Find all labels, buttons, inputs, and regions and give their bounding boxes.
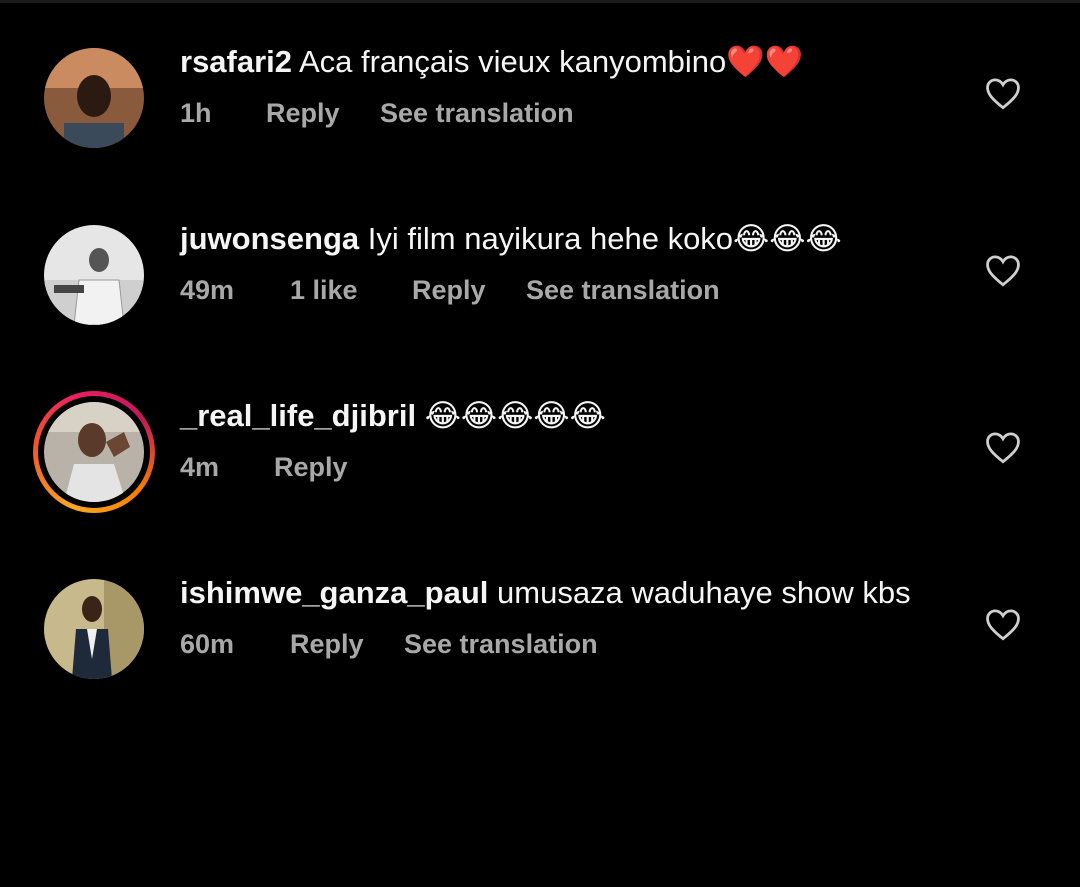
- comment-timestamp: 1h: [180, 98, 212, 128]
- heart-outline-icon[interactable]: [984, 253, 1022, 287]
- avatar[interactable]: [44, 48, 144, 148]
- comment-timestamp: 49m: [180, 275, 235, 305]
- comment-text: Aca français vieux kanyombino: [298, 44, 727, 79]
- comment-username[interactable]: _real_life_djibril: [180, 398, 416, 433]
- comment-emojis: ❤️❤️: [726, 44, 804, 80]
- heart-outline-icon[interactable]: [984, 607, 1022, 641]
- comment-item: _real_life_djibril 😂😂😂😂😂 4m Reply: [0, 391, 1080, 534]
- comment-item: rsafari2 Aca français vieux kanyombino❤️…: [0, 40, 1080, 180]
- comment-item: juwonsenga Iyi film nayikura hehe koko😂😂…: [0, 217, 1080, 357]
- heart-outline-icon[interactable]: [984, 430, 1022, 464]
- top-divider: [0, 0, 1080, 3]
- avatar[interactable]: [44, 225, 144, 325]
- like-count[interactable]: 1 like: [290, 274, 358, 306]
- comment-username[interactable]: juwonsenga: [180, 221, 359, 256]
- comment-text: Iyi film nayikura hehe koko: [367, 221, 734, 256]
- reply-button[interactable]: Reply: [290, 628, 364, 660]
- reply-button[interactable]: Reply: [412, 274, 486, 306]
- comment-item: ishimwe_ganza_paul umusaza waduhaye show…: [0, 571, 1080, 711]
- reply-button[interactable]: Reply: [274, 451, 348, 483]
- avatar[interactable]: [44, 579, 144, 679]
- comment-username[interactable]: ishimwe_ganza_paul: [180, 575, 488, 610]
- see-translation-link[interactable]: See translation: [526, 274, 720, 306]
- see-translation-link[interactable]: See translation: [380, 97, 574, 129]
- avatar[interactable]: [33, 391, 155, 513]
- heart-outline-icon[interactable]: [984, 76, 1022, 110]
- comment-emojis: 😂😂😂: [733, 221, 842, 257]
- comment-timestamp: 60m: [180, 629, 235, 659]
- reply-button[interactable]: Reply: [266, 97, 340, 129]
- comment-emojis: 😂😂😂😂😂: [424, 398, 606, 434]
- see-translation-link[interactable]: See translation: [404, 628, 598, 660]
- comment-username[interactable]: rsafari2: [180, 44, 292, 79]
- comment-text: umusaza waduhaye show kbs: [497, 575, 911, 610]
- comment-timestamp: 4m: [180, 452, 220, 482]
